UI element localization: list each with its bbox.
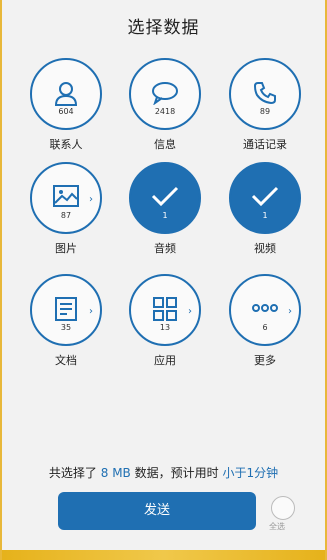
apps-circle[interactable]: › 13 [129, 274, 201, 346]
document-icon [55, 297, 77, 321]
messages-count: 2418 [154, 107, 176, 116]
item-contacts[interactable]: 604 联系人 [30, 58, 102, 151]
pictures-label: 图片 [55, 242, 77, 255]
documents-label: 文档 [55, 354, 77, 367]
call-log-circle[interactable]: 89 [229, 58, 301, 130]
image-icon [53, 185, 79, 207]
summary-time: 小于1分钟 [222, 466, 279, 480]
selection-summary: 共选择了 8 MB 数据，预计用时 小于1分钟 [2, 464, 325, 481]
more-count: 6 [262, 323, 268, 332]
checkmark-icon [151, 186, 179, 207]
checkmark-icon [251, 186, 279, 207]
chevron-right-icon: › [188, 306, 192, 317]
messages-circle[interactable]: 2418 [129, 58, 201, 130]
item-call-log[interactable]: 89 通话记录 [229, 58, 301, 151]
audio-label: 音频 [154, 242, 176, 255]
summary-size: 8 MB [100, 466, 131, 480]
chevron-right-icon: › [288, 306, 292, 317]
documents-count: 35 [60, 323, 72, 332]
video-circle-selected[interactable]: 1 [229, 162, 301, 234]
send-button[interactable]: 发送 [58, 492, 256, 530]
contacts-label: 联系人 [49, 138, 83, 151]
call-log-label: 通话记录 [243, 138, 287, 151]
contacts-count: 604 [58, 107, 74, 116]
item-documents[interactable]: › 35 文档 [30, 274, 102, 367]
select-all-checkbox[interactable] [271, 496, 295, 520]
item-video[interactable]: 1 视频 [229, 162, 301, 255]
audio-count: 1 [162, 211, 168, 220]
phone-icon [253, 82, 276, 105]
item-audio[interactable]: 1 音频 [129, 162, 201, 255]
item-messages[interactable]: 2418 信息 [129, 58, 201, 151]
select-all-label: 全选 [269, 522, 285, 531]
summary-middle: 数据，预计用时 [130, 466, 223, 480]
more-dots-icon [252, 304, 278, 312]
summary-prefix: 共选择了 [48, 466, 101, 480]
apps-grid-icon [153, 297, 177, 321]
video-label: 视频 [254, 242, 276, 255]
page-title: 选择数据 [127, 18, 200, 38]
more-label: 更多 [254, 354, 276, 367]
apps-count: 13 [159, 323, 171, 332]
pictures-count: 87 [60, 211, 72, 220]
more-circle[interactable]: › 6 [229, 274, 301, 346]
documents-circle[interactable]: › 35 [30, 274, 102, 346]
apps-label: 应用 [154, 354, 176, 367]
contacts-circle[interactable]: 604 [30, 58, 102, 130]
video-count: 1 [262, 211, 268, 220]
messages-label: 信息 [154, 138, 176, 151]
contact-person-icon [54, 82, 78, 106]
bottom-band [2, 550, 325, 560]
chevron-right-icon: › [89, 194, 93, 205]
item-pictures[interactable]: › 87 图片 [30, 162, 102, 255]
item-apps[interactable]: › 13 应用 [129, 274, 201, 367]
pictures-circle[interactable]: › 87 [30, 162, 102, 234]
screen-frame: 选择数据 604 联系人 2418 信息 89 通话记录 › 87 图片 1 音… [0, 0, 327, 560]
audio-circle-selected[interactable]: 1 [129, 162, 201, 234]
message-bubble-icon [152, 82, 178, 105]
item-more[interactable]: › 6 更多 [229, 274, 301, 367]
call-log-count: 89 [259, 107, 271, 116]
chevron-right-icon: › [89, 306, 93, 317]
